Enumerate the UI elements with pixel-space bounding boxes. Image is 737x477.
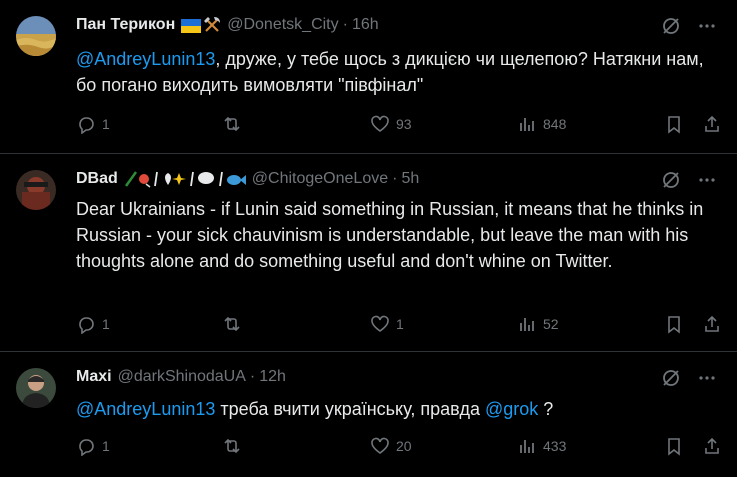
like-button[interactable]: 1 — [370, 312, 404, 336]
tweet-text: @AndreyLunin13 треба вчити українську, п… — [76, 396, 721, 422]
reply-count: 1 — [102, 316, 110, 332]
hammer-pick-icon — [203, 16, 221, 34]
more-icon[interactable] — [697, 368, 717, 393]
like-count: 20 — [396, 438, 412, 454]
views-icon — [520, 440, 534, 453]
share-icon — [705, 115, 719, 132]
tweet-header: Maxi @darkShinodaUA · 12h — [76, 366, 717, 388]
bookmark-icon — [668, 316, 680, 334]
grok-icon[interactable] — [661, 170, 681, 195]
retweet-icon — [224, 438, 240, 454]
flag-icon — [181, 17, 202, 34]
action-bar: 1 93 848 — [76, 112, 721, 136]
timestamp[interactable]: 12h — [259, 368, 286, 386]
tweet-text: Dear Ukrainians - if Lunin said somethin… — [76, 199, 704, 271]
tweet[interactable]: DBad @ChitogeOneLove · 5h Dear Ukrainian… — [0, 154, 737, 352]
reply-icon — [79, 117, 94, 134]
views-count: 848 — [543, 116, 567, 132]
like-button[interactable]: 93 — [370, 112, 412, 136]
retweet-button[interactable] — [222, 112, 248, 136]
heart-icon — [371, 315, 389, 332]
like-button[interactable]: 20 — [370, 434, 412, 458]
like-count: 93 — [396, 116, 412, 132]
tweet-text-content: ? — [538, 399, 554, 419]
bookmark-button[interactable] — [664, 112, 684, 136]
reply-count: 1 — [102, 438, 110, 454]
grok-icon[interactable] — [661, 16, 681, 41]
bookmark-button[interactable] — [664, 312, 684, 336]
fish-icon — [226, 171, 246, 188]
avatar[interactable] — [16, 368, 56, 408]
retweet-icon — [224, 316, 240, 332]
tweet[interactable]: Пан Терикон @Donetsk_City · 16h @AndreyL… — [0, 0, 737, 154]
heart-icon — [371, 437, 389, 454]
author-handle[interactable]: @Donetsk_City — [227, 16, 338, 34]
share-icon — [705, 315, 719, 332]
mention-link[interactable]: @AndreyLunin13 — [76, 399, 215, 419]
retweet-icon — [224, 116, 240, 132]
views-button[interactable]: 848 — [517, 112, 566, 136]
action-bar: 1 1 52 — [76, 312, 721, 336]
tweet-text-content: треба вчити українську, правда — [215, 399, 485, 419]
separator-dot: · — [249, 368, 256, 385]
timestamp[interactable]: 16h — [352, 16, 379, 34]
views-button[interactable]: 433 — [517, 434, 566, 458]
author-handle[interactable]: @ChitogeOneLove — [252, 170, 388, 188]
share-button[interactable] — [702, 112, 722, 136]
tweet[interactable]: Maxi @darkShinodaUA · 12h @AndreyLunin13… — [0, 352, 737, 477]
author-name[interactable]: Пан Терикон — [76, 16, 175, 34]
views-icon — [520, 318, 534, 331]
views-count: 433 — [543, 438, 567, 454]
tweet-header: Пан Терикон @Donetsk_City · 16h — [76, 14, 717, 36]
share-button[interactable] — [702, 434, 722, 458]
like-count: 1 — [396, 316, 404, 332]
share-button[interactable] — [702, 312, 722, 336]
mention-link[interactable]: @AndreyLunin13 — [76, 49, 215, 69]
retweet-button[interactable] — [222, 434, 248, 458]
heart-icon — [371, 115, 389, 132]
header-icons — [661, 170, 717, 195]
reply-button[interactable]: 1 — [76, 112, 110, 136]
more-icon[interactable] — [697, 170, 717, 195]
tweet-text: @AndreyLunin13, друже, у тебе щось з дик… — [76, 46, 721, 98]
avatar[interactable] — [16, 170, 56, 210]
header-icons — [661, 368, 717, 393]
views-icon — [520, 118, 534, 131]
bookmark-button[interactable] — [664, 434, 684, 458]
bookmark-icon — [668, 438, 680, 456]
share-icon — [705, 437, 719, 454]
action-bar: 1 20 433 — [76, 434, 721, 458]
avatar[interactable] — [16, 16, 56, 56]
tweet-header: DBad @ChitogeOneLove · 5h — [76, 168, 717, 190]
reply-button[interactable]: 1 — [76, 434, 110, 458]
more-icon[interactable] — [697, 16, 717, 41]
header-icons — [661, 16, 717, 41]
reply-icon — [79, 317, 94, 334]
decorative-emoji-icon — [124, 170, 224, 188]
bookmark-icon — [668, 116, 680, 134]
reply-count: 1 — [102, 116, 110, 132]
views-button[interactable]: 52 — [517, 312, 559, 336]
views-count: 52 — [543, 316, 559, 332]
mention-link[interactable]: @grok — [485, 399, 538, 419]
reply-button[interactable]: 1 — [76, 312, 110, 336]
reply-icon — [79, 439, 94, 456]
separator-dot: · — [342, 16, 348, 33]
author-name[interactable]: DBad — [76, 170, 118, 188]
retweet-button[interactable] — [222, 312, 248, 336]
author-handle[interactable]: @darkShinodaUA — [118, 368, 246, 386]
author-name[interactable]: Maxi — [76, 368, 112, 386]
separator-dot: · — [392, 170, 398, 187]
timestamp[interactable]: 5h — [401, 170, 419, 188]
grok-icon[interactable] — [661, 368, 681, 393]
